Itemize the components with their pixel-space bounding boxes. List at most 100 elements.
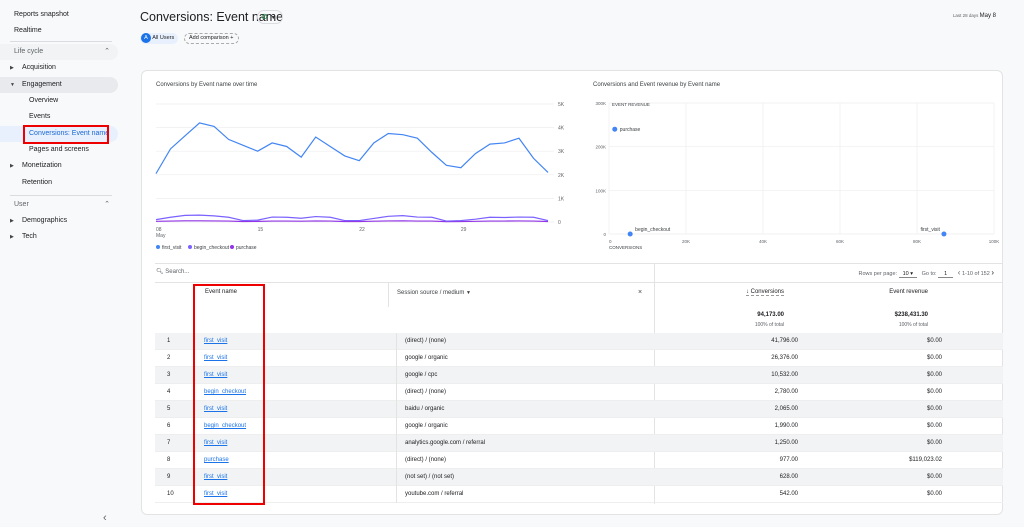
col-header-event-revenue[interactable]: Event revenue bbox=[889, 289, 928, 295]
revenue-value: $0.00 bbox=[926, 491, 942, 497]
conversions-value: 977.00 bbox=[779, 457, 798, 463]
y-tick-label: 0 bbox=[603, 232, 606, 237]
row-number: 8 bbox=[167, 457, 171, 463]
prev-page-icon[interactable]: ‹ bbox=[958, 268, 961, 277]
revenue-value: $0.00 bbox=[926, 338, 942, 344]
x-tick-sublabel: May bbox=[156, 233, 166, 239]
row-number: 7 bbox=[167, 440, 171, 446]
y-tick-label: 300K bbox=[595, 101, 606, 106]
scatter-chart: 300K 200K 100K 00 20K 40K 60K 80K 100K EVENT REVE… bbox=[595, 101, 999, 250]
caret-right-icon: ▶ bbox=[10, 163, 14, 169]
revenue-value: $0.00 bbox=[926, 406, 942, 412]
divider bbox=[10, 41, 112, 42]
x-tick-label: 15 bbox=[258, 227, 264, 233]
caret-down-icon: ▼ bbox=[10, 82, 15, 88]
y-tick-label: 2K bbox=[558, 173, 565, 179]
scatter-point bbox=[627, 231, 633, 237]
collapse-sidebar-button[interactable]: ‹ bbox=[103, 512, 107, 524]
goto-input[interactable]: 1 bbox=[938, 271, 954, 278]
chevron-up-icon: ⌃ bbox=[104, 48, 110, 55]
divider bbox=[388, 282, 389, 307]
main: Conversions: Event name ⊘ ▼ Last 28 days … bbox=[128, 0, 1024, 527]
sidebar-item-pages-screens[interactable]: Pages and screens bbox=[0, 142, 118, 158]
legend-dot bbox=[230, 245, 234, 249]
caret-right-icon: ▶ bbox=[10, 234, 14, 240]
rows-per-page-select[interactable]: 10 ▾ bbox=[898, 271, 917, 278]
conversions-value: 2,780.00 bbox=[774, 389, 798, 395]
sidebar-item-realtime[interactable]: Realtime bbox=[14, 23, 132, 39]
date-label: Last 28 days bbox=[952, 13, 979, 18]
divider bbox=[155, 282, 1003, 283]
conversions-value: 41,796.00 bbox=[771, 338, 798, 344]
sidebar-item-tech[interactable]: ▶ Tech bbox=[0, 229, 118, 245]
sidebar-item-acquisition[interactable]: ▶ Acquisition bbox=[0, 60, 118, 76]
item-label: Monetization bbox=[22, 162, 62, 169]
row-number: 6 bbox=[167, 423, 171, 429]
segment-chip[interactable]: A All Users bbox=[140, 33, 179, 44]
session-source: google / organic bbox=[396, 350, 448, 367]
x-tick-label: 60K bbox=[836, 239, 844, 244]
row-number: 5 bbox=[167, 406, 171, 412]
y-tick-label: 1K bbox=[558, 196, 565, 202]
sidebar-item-reports-snapshot[interactable]: Reports snapshot bbox=[14, 7, 132, 23]
row-number: 1 bbox=[167, 338, 171, 344]
session-source: (direct) / (none) bbox=[396, 452, 446, 469]
y-tick-label: 3K bbox=[558, 149, 565, 155]
sidebar-section-user[interactable]: User ⌃ bbox=[0, 197, 118, 213]
table-row: 1 first_visit (direct) / (none) 41,796.0… bbox=[155, 333, 1003, 350]
legend-label: first_visit bbox=[162, 245, 182, 251]
section-label: Life cycle bbox=[14, 48, 44, 55]
col-label: Session source / medium bbox=[397, 290, 465, 296]
sidebar-item-overview[interactable]: Overview bbox=[0, 93, 118, 109]
sidebar-item-events[interactable]: Events bbox=[0, 109, 118, 125]
add-comparison-label: Add comparison bbox=[189, 35, 229, 41]
table-row: 4 begin_checkout (direct) / (none) 2,780… bbox=[155, 384, 1003, 401]
x-tick-label: 29 bbox=[461, 227, 467, 233]
session-source: (direct) / (none) bbox=[396, 333, 446, 350]
table-row: 2 first_visit google / organic 26,376.00… bbox=[155, 350, 1003, 367]
sidebar-item-demographics[interactable]: ▶ Demographics bbox=[0, 213, 118, 229]
revenue-value: $0.00 bbox=[926, 474, 942, 480]
series-line-first_visit bbox=[155, 122, 549, 174]
caret-right-icon: ▶ bbox=[10, 218, 14, 224]
legend-dot bbox=[188, 245, 192, 249]
table-search[interactable]: 🔍︎ Search... bbox=[156, 268, 189, 275]
total-conversions: 94,173.00 bbox=[757, 312, 784, 318]
revenue-value: $0.00 bbox=[926, 440, 942, 446]
y-tick-label: 200K bbox=[595, 145, 606, 150]
date-range[interactable]: Last 28 days May 8 bbox=[953, 13, 996, 19]
y-axis-label: EVENT REVENUE bbox=[612, 102, 650, 107]
revenue-value: $0.00 bbox=[926, 372, 942, 378]
remove-dimension-icon[interactable]: × bbox=[638, 289, 642, 296]
conversions-value: 628.00 bbox=[779, 474, 798, 480]
row-number: 9 bbox=[167, 474, 171, 480]
session-source: youtube.com / referral bbox=[396, 486, 463, 503]
col-header-conversions[interactable]: ↓ Conversions bbox=[745, 289, 784, 296]
sidebar-item-retention[interactable]: Retention bbox=[0, 175, 118, 191]
sidebar-section-lifecycle[interactable]: Life cycle ⌃ bbox=[0, 44, 118, 60]
next-page-icon[interactable]: › bbox=[991, 268, 994, 277]
conversions-value: 26,376.00 bbox=[771, 355, 798, 361]
status-dropdown[interactable]: ⊘ ▼ bbox=[257, 10, 283, 24]
table-row: 8 purchase (direct) / (none) 977.00 $119… bbox=[155, 452, 1003, 469]
item-label: Tech bbox=[22, 233, 37, 240]
caret-down-icon: ▼ bbox=[270, 15, 276, 21]
divider bbox=[10, 195, 112, 196]
total-conversions-pct: 100% of total bbox=[754, 322, 784, 328]
search-placeholder: Search... bbox=[165, 269, 190, 275]
series-line-begin_checkout bbox=[155, 214, 549, 222]
sidebar-item-engagement[interactable]: ▼ Engagement bbox=[0, 77, 118, 93]
table-row: 10 first_visit youtube.com / referral 54… bbox=[155, 486, 1003, 503]
col-header-session-source[interactable]: Session source / medium ▼ bbox=[397, 290, 471, 296]
x-tick-label: 0 bbox=[609, 239, 612, 244]
point-label: purchase bbox=[620, 127, 641, 133]
table-row: 5 first_visit baidu / organic 2,065.00 $… bbox=[155, 401, 1003, 418]
sort-down-icon: ↓ bbox=[745, 289, 749, 295]
session-source: google / cpc bbox=[396, 367, 437, 384]
session-source: analytics.google.com / referral bbox=[396, 435, 485, 452]
y-tick-label: 4K bbox=[558, 126, 565, 132]
sidebar-item-monetization[interactable]: ▶ Monetization bbox=[0, 158, 118, 174]
chevron-up-icon: ⌃ bbox=[104, 201, 110, 208]
session-source: (direct) / (none) bbox=[396, 384, 446, 401]
add-comparison-button[interactable]: Add comparison + bbox=[184, 33, 239, 44]
